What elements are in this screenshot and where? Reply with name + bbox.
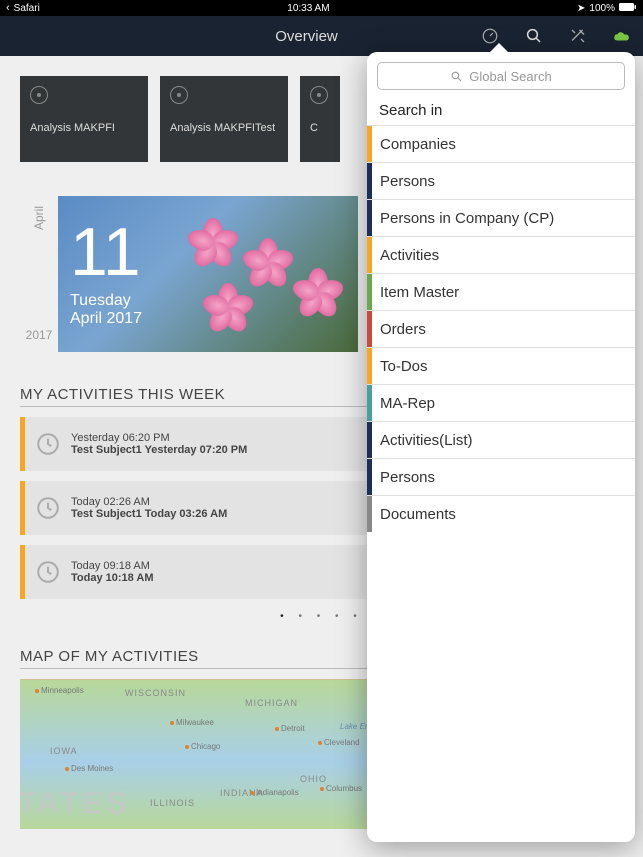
map-city: Chicago [191,742,220,751]
search-item-label: To-Dos [380,358,428,375]
status-back-label: Safari [14,3,40,14]
map-city: Columbus [326,784,362,793]
calendar-side-year: 2017 [26,328,53,342]
search-category-documents[interactable]: Documents [367,495,635,532]
search-category-persons-2[interactable]: Persons [367,458,635,495]
search-item-label: Documents [380,506,456,523]
search-icon [450,70,463,83]
search-category-activities-list[interactable]: Activities(List) [367,421,635,458]
search-category-persons-in-company[interactable]: Persons in Company (CP) [367,199,635,236]
cloud-icon[interactable] [613,27,631,45]
clock-icon [25,545,71,599]
clock-icon [25,417,71,471]
page-title: Overview [132,28,481,45]
tile-indicator-icon [30,86,48,104]
calendar-month-full: April 2017 [70,310,142,328]
ios-status-bar: ‹ Safari 10:33 AM ➤ 100% [0,0,643,16]
search-category-todos[interactable]: To-Dos [367,347,635,384]
calendar-day-number: 11 [70,218,142,286]
status-time: 10:33 AM [40,3,577,14]
chevron-left-icon: ‹ [6,2,10,14]
search-category-activities[interactable]: Activities [367,236,635,273]
status-back[interactable]: ‹ Safari [6,2,40,14]
calendar-side-month: April [32,206,46,230]
search-category-persons[interactable]: Persons [367,162,635,199]
search-category-item-master[interactable]: Item Master [367,273,635,310]
clock-icon [25,481,71,535]
search-category-ma-rep[interactable]: MA-Rep [367,384,635,421]
tile-indicator-icon [310,86,328,104]
status-battery: 100% [589,3,615,14]
search-category-companies[interactable]: Companies [367,125,635,162]
analysis-tile[interactable]: Analysis MAKPFI [20,76,148,162]
map-city: Des Moines [71,764,113,773]
search-item-label: Persons [380,173,435,190]
search-item-label: Activities [380,247,439,264]
settings-icon[interactable] [569,27,587,45]
search-icon[interactable] [525,27,543,45]
map-state: OHIO [300,774,327,784]
map-country-fragment: TATES [20,787,130,821]
map-state: MICHIGAN [245,698,298,708]
map-state: IOWA [50,746,78,756]
search-placeholder: Global Search [469,69,551,84]
search-category-list: Companies Persons Persons in Company (CP… [367,125,635,532]
calendar-weekday: Tuesday [70,292,142,310]
search-item-label: Companies [380,136,456,153]
calendar-image: 11 Tuesday April 2017 [58,196,358,352]
search-popover: Global Search Search in Companies Person… [367,52,635,842]
search-in-heading: Search in [367,98,635,125]
global-search-input[interactable]: Global Search [377,62,625,90]
search-item-label: Persons in Company (CP) [380,210,554,227]
analysis-tile[interactable]: C [300,76,340,162]
map-city: Milwaukee [176,718,214,727]
search-item-label: Item Master [380,284,459,301]
tile-label: Analysis MAKPFITest [170,122,278,134]
map-city: Detroit [281,724,305,733]
search-item-label: Persons [380,469,435,486]
location-icon: ➤ [577,3,585,14]
search-item-label: Orders [380,321,426,338]
map-city: Cleveland [324,738,360,747]
search-category-orders[interactable]: Orders [367,310,635,347]
map-state: WISCONSIN [125,688,186,698]
search-item-label: MA-Rep [380,395,435,412]
tile-label: Analysis MAKPFI [30,122,138,134]
nav-bar: Overview [0,16,643,56]
map-city: Indianapolis [256,788,299,797]
tile-label: C [310,122,330,134]
map-city: Minneapolis [41,686,84,695]
tile-indicator-icon [170,86,188,104]
analysis-tile[interactable]: Analysis MAKPFITest [160,76,288,162]
search-item-label: Activities(List) [380,432,473,449]
map-state: ILLINOIS [150,798,195,808]
battery-icon [619,3,637,14]
